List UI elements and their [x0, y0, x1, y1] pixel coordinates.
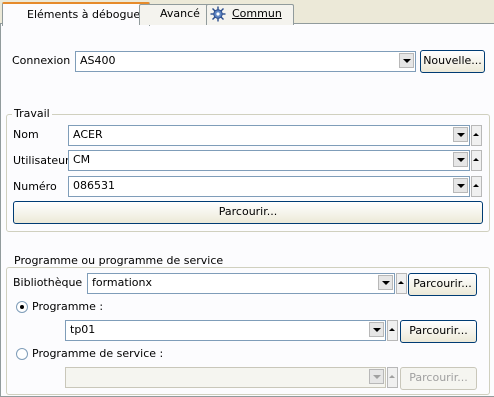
chevron-down-icon[interactable] [453, 127, 468, 142]
connexion-value: AS400 [80, 54, 116, 67]
chevron-down-icon[interactable] [453, 152, 468, 167]
programme-browse-button[interactable]: Parcourir... [400, 320, 477, 343]
numero-spin-button[interactable] [471, 176, 482, 197]
chevron-down-icon[interactable] [453, 178, 468, 193]
programme-de-service-label: Programme de service : [32, 347, 164, 360]
tab-label: Eléments à déboguer [27, 8, 145, 21]
chevron-down-icon[interactable] [369, 322, 384, 337]
bibliotheque-select[interactable]: formationx [87, 273, 395, 294]
utilisateur-select[interactable]: CM [68, 150, 470, 171]
programme-label: Programme : [32, 300, 104, 313]
utilisateur-label: Utilisateur [13, 154, 70, 167]
utilisateur-spin-button[interactable] [471, 150, 482, 171]
nouvelle-button[interactable]: Nouvelle... [420, 50, 485, 73]
bibliotheque-label: Bibliothèque : [13, 276, 90, 289]
numero-label: Numéro [13, 180, 57, 193]
tab-label: Commun [232, 7, 282, 20]
bibliotheque-browse-button[interactable]: Parcourir... [408, 273, 477, 296]
nom-spin-button[interactable] [471, 125, 482, 146]
connexion-select[interactable]: AS400 [75, 51, 416, 72]
tab-elements-a-deboguer[interactable]: Eléments à déboguer [2, 2, 150, 26]
chevron-down-icon[interactable] [369, 369, 384, 384]
programme-radio[interactable] [16, 301, 28, 313]
programme-de-service-spin-button[interactable] [387, 367, 398, 388]
programme-de-service-radio[interactable] [16, 348, 28, 360]
programme-de-service-browse-button[interactable]: Parcourir... [400, 367, 477, 390]
nom-value: ACER [73, 128, 103, 141]
travail-browse-button[interactable]: Parcourir... [13, 201, 483, 224]
utilisateur-value: CM [73, 153, 91, 166]
numero-select[interactable]: 086531 [68, 176, 470, 197]
tab-commun[interactable]: Commun [206, 4, 294, 25]
nom-label: Nom [13, 128, 39, 141]
programme-select[interactable]: tp01 [65, 320, 386, 341]
travail-group-title: Travail [12, 107, 52, 120]
bibliotheque-value: formationx [92, 276, 152, 289]
gear-icon [210, 6, 226, 22]
bibliotheque-spin-button[interactable] [396, 273, 407, 294]
nom-select[interactable]: ACER [68, 125, 470, 146]
connexion-label: Connexion : [12, 54, 78, 67]
tab-label: Avancé [160, 7, 200, 20]
numero-value: 086531 [73, 179, 115, 192]
programme-de-service-select[interactable] [65, 367, 386, 388]
programme-value: tp01 [70, 323, 96, 336]
chevron-down-icon[interactable] [399, 53, 414, 68]
programme-spin-button[interactable] [387, 320, 398, 341]
chevron-down-icon[interactable] [378, 275, 393, 290]
programme-group-title: Programme ou programme de service [12, 254, 226, 267]
